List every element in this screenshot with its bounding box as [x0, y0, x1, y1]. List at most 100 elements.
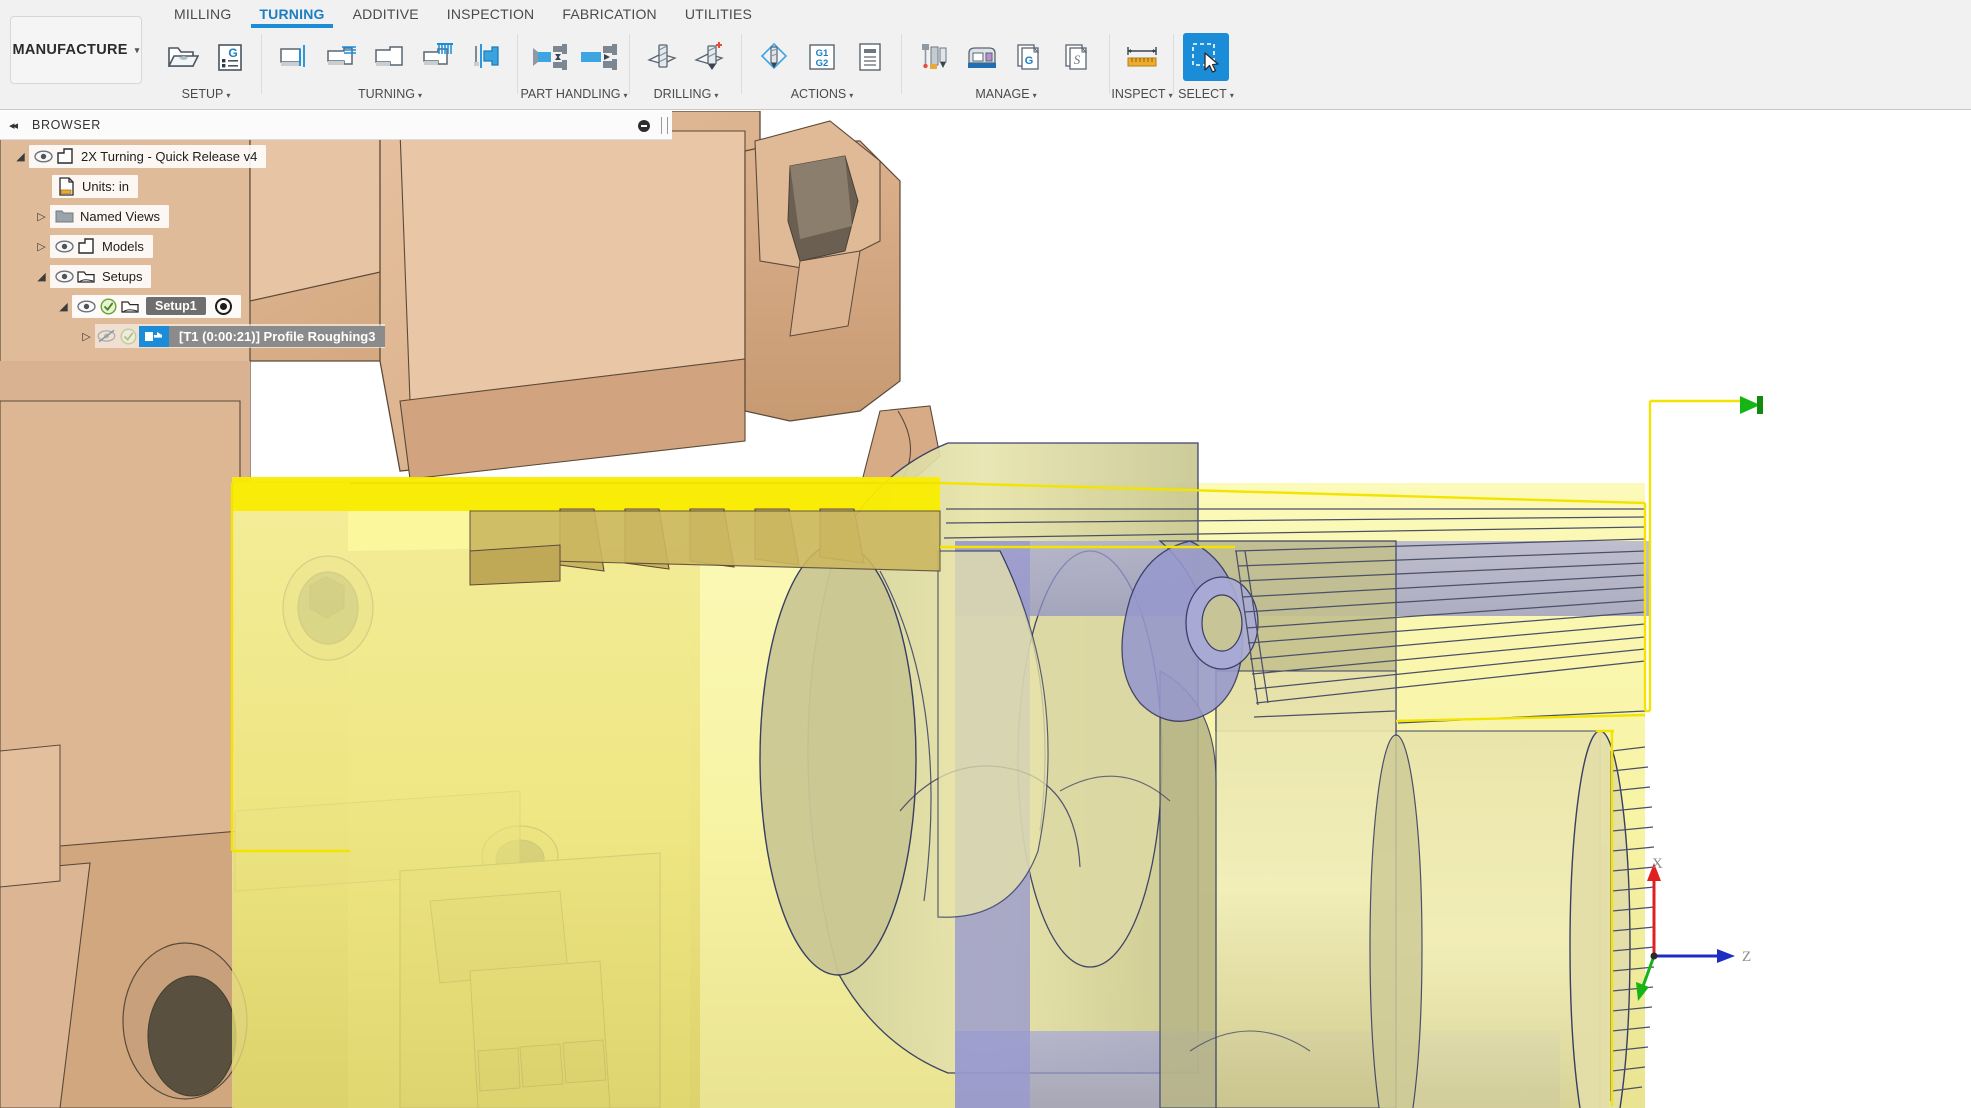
turning-profile-roughing-icon[interactable] — [319, 33, 365, 81]
ribbon-group-setup: G SETUP▾ — [150, 28, 262, 110]
part-transfer-icon[interactable] — [527, 33, 573, 81]
body-icon — [54, 146, 76, 166]
tab-inspection[interactable]: INSPECTION — [433, 0, 549, 28]
tree-label: 2X Turning - Quick Release v4 — [81, 149, 257, 164]
fusion360-window: X Z MANUFACTURE ▾ MILLING TURNING ADDITI… — [0, 0, 1971, 1108]
ribbon-group-label-drilling[interactable]: DRILLING▾ — [630, 86, 742, 108]
ribbon-group-manage: G S MANAGE▾ — [902, 28, 1110, 110]
chevron-down-icon: ▾ — [624, 91, 628, 100]
simulate-icon[interactable]: S — [1055, 33, 1101, 81]
turning-facing-icon[interactable] — [271, 33, 317, 81]
svg-text:G: G — [1025, 55, 1034, 67]
axis-label-x: X — [1652, 856, 1663, 873]
svg-text:S: S — [1074, 52, 1081, 67]
tree-row-units[interactable]: Units: in — [0, 174, 680, 198]
turning-tool-icon — [139, 326, 169, 347]
turning-profile-finishing-icon[interactable] — [367, 33, 413, 81]
chevron-down-icon: ▾ — [1169, 91, 1173, 100]
turning-groove-icon[interactable] — [415, 33, 461, 81]
setup-folder-icon — [119, 296, 141, 316]
valid-check-icon — [97, 296, 119, 316]
measure-icon[interactable] — [1119, 33, 1165, 81]
drill-icon[interactable] — [639, 33, 685, 81]
ribbon-group-label-manage[interactable]: MANAGE▾ — [902, 86, 1110, 108]
visibility-hidden-eye-icon[interactable] — [95, 326, 117, 346]
tree-label-operation: [T1 (0:00:21)] Profile Roughing3 — [169, 326, 385, 347]
tab-label: UTILITIES — [685, 6, 752, 22]
svg-text:G2: G2 — [816, 58, 829, 69]
expand-arrow-down-icon[interactable]: ◢ — [12, 150, 29, 163]
visibility-eye-icon[interactable] — [53, 236, 75, 256]
folder-icon — [53, 206, 75, 226]
tab-fabrication[interactable]: FABRICATION — [548, 0, 671, 28]
tree-row-named-views[interactable]: ▷ Named Views — [0, 204, 680, 228]
document-icon[interactable] — [847, 33, 893, 81]
ribbon-toolbar: MANUFACTURE ▾ MILLING TURNING ADDITIVE I… — [0, 0, 1971, 110]
expand-arrow-down-icon[interactable]: ◢ — [55, 300, 72, 313]
tab-additive[interactable]: ADDITIVE — [339, 0, 433, 28]
panel-resize-grip[interactable] — [661, 117, 668, 134]
minimize-panel-button[interactable] — [638, 120, 650, 132]
setup-folder-icon — [75, 266, 97, 286]
tool-library-icon[interactable] — [911, 33, 957, 81]
ncprogram-icon[interactable]: G — [207, 33, 253, 81]
ribbon-groups: G SETUP▾ — [150, 28, 1971, 110]
tree-row-setups[interactable]: ◢ Setups — [0, 264, 680, 288]
ribbon-group-label-actions[interactable]: ACTIONS▾ — [742, 86, 902, 108]
ribbon-tabs: MILLING TURNING ADDITIVE INSPECTION FABR… — [160, 0, 766, 28]
g1g2-icon[interactable]: G1 G2 — [799, 33, 845, 81]
ribbon-group-label-inspect[interactable]: INSPECT▾ — [1110, 86, 1174, 108]
tree-row-operation-profile-roughing3[interactable]: ▷ — [0, 324, 680, 348]
add-drill-icon[interactable] — [687, 33, 733, 81]
chevron-down-icon: ▾ — [714, 91, 718, 100]
machine-library-icon[interactable] — [959, 33, 1005, 81]
valid-check-icon — [117, 326, 139, 346]
new-setup-icon[interactable] — [159, 33, 205, 81]
ribbon-group-label-setup[interactable]: SETUP▾ — [150, 86, 262, 108]
tab-label: INSPECTION — [447, 6, 535, 22]
visibility-eye-icon[interactable] — [53, 266, 75, 286]
collapse-left-icon[interactable]: ◂◂ — [9, 119, 16, 132]
ribbon-group-drilling: DRILLING▾ — [630, 28, 742, 110]
tree-label: Named Views — [80, 209, 160, 224]
visibility-eye-icon[interactable] — [75, 296, 97, 316]
tree-label: Setups — [102, 269, 142, 284]
chevron-down-icon: ▾ — [1033, 91, 1037, 100]
expand-arrow-right-icon[interactable]: ▷ — [33, 210, 50, 223]
ribbon-group-part-handling: PART HANDLING▾ — [518, 28, 630, 110]
tab-label: ADDITIVE — [353, 6, 419, 22]
expand-arrow-down-icon[interactable]: ◢ — [33, 270, 50, 283]
expand-arrow-right-icon[interactable]: ▷ — [78, 330, 95, 343]
tab-utilities[interactable]: UTILITIES — [671, 0, 766, 28]
part-stock-transfer-icon[interactable] — [575, 33, 621, 81]
chevron-down-icon: ▾ — [1230, 91, 1234, 100]
body-icon — [75, 236, 97, 256]
ribbon-group-label-select[interactable]: SELECT▾ — [1174, 86, 1238, 108]
ribbon-group-turning: TURNING▾ — [262, 28, 518, 110]
workspace-switcher-button[interactable]: MANUFACTURE ▾ — [10, 16, 142, 84]
visibility-eye-icon[interactable] — [32, 146, 54, 166]
ribbon-group-label-turning[interactable]: TURNING▾ — [262, 86, 518, 108]
browser-title: BROWSER — [32, 118, 101, 132]
browser-tree: ◢ 2X Turning - Quick Release v4 — [0, 144, 680, 354]
tab-label: MILLING — [174, 6, 231, 22]
setup-origin-icon[interactable] — [215, 298, 232, 315]
ribbon-group-label-part-handling[interactable]: PART HANDLING▾ — [518, 86, 630, 108]
ribbon-group-select: SELECT▾ — [1174, 28, 1238, 110]
chevron-down-icon: ▾ — [418, 91, 422, 100]
turning-part-icon[interactable] — [463, 33, 509, 81]
svg-text:G: G — [228, 46, 237, 60]
chevron-down-icon: ▾ — [849, 91, 853, 100]
tree-row-setup1[interactable]: ◢ Setup1 — [0, 294, 680, 318]
tab-milling[interactable]: MILLING — [160, 0, 245, 28]
ribbon-group-actions: G1 G2 — [742, 28, 902, 110]
tree-label: Units: in — [82, 179, 129, 194]
tree-row-document-root[interactable]: ◢ 2X Turning - Quick Release v4 — [0, 144, 680, 168]
tab-turning[interactable]: TURNING — [245, 0, 338, 28]
select-icon[interactable] — [1183, 33, 1229, 81]
post-process-icon[interactable]: G — [1007, 33, 1053, 81]
manual-ncaction-icon[interactable] — [751, 33, 797, 81]
tree-row-models[interactable]: ▷ Models — [0, 234, 680, 258]
expand-arrow-right-icon[interactable]: ▷ — [33, 240, 50, 253]
browser-panel-header: ◂◂ BROWSER — [0, 111, 672, 140]
